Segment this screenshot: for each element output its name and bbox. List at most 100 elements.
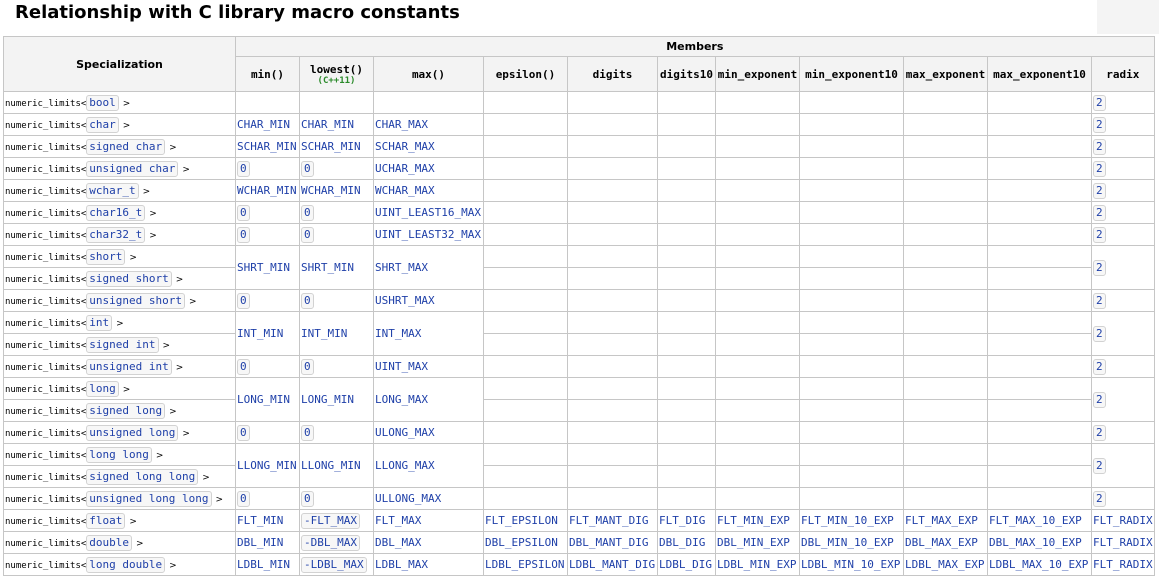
- type-link[interactable]: long double: [86, 556, 166, 573]
- zero-value[interactable]: 0: [237, 358, 250, 375]
- radix-value[interactable]: 2: [1093, 94, 1106, 111]
- type-link[interactable]: char16_t: [86, 204, 146, 221]
- zero-value[interactable]: 0: [237, 424, 250, 441]
- cpp11-badge[interactable]: (C++11): [301, 76, 372, 86]
- zero-value[interactable]: 0: [301, 226, 314, 243]
- min-exponent10-cell[interactable]: LDBL_MIN_10_EXP: [799, 553, 904, 576]
- type-link[interactable]: long long: [86, 446, 152, 463]
- lowest-cell[interactable]: LONG_MIN: [299, 377, 374, 422]
- zero-value[interactable]: 0: [301, 292, 314, 309]
- max-exponent-cell[interactable]: FLT_MAX_EXP: [903, 509, 988, 532]
- zero-value[interactable]: 0: [237, 292, 250, 309]
- radix-value[interactable]: 2: [1093, 160, 1106, 177]
- min-cell[interactable]: SHRT_MIN: [235, 245, 300, 290]
- max-cell[interactable]: WCHAR_MAX: [373, 179, 484, 202]
- min-cell[interactable]: CHAR_MIN: [235, 113, 300, 136]
- digits-cell[interactable]: DBL_MANT_DIG: [567, 531, 658, 554]
- type-link[interactable]: signed long: [86, 402, 166, 419]
- max-cell[interactable]: UINT_MAX: [373, 355, 484, 378]
- lowest-cell[interactable]: WCHAR_MIN: [299, 179, 374, 202]
- max-cell[interactable]: ULLONG_MAX: [373, 487, 484, 510]
- type-link[interactable]: long: [86, 380, 119, 397]
- max-cell[interactable]: LONG_MAX: [373, 377, 484, 422]
- min-exponent-cell[interactable]: FLT_MIN_EXP: [715, 509, 800, 532]
- type-link[interactable]: unsigned char: [86, 160, 179, 177]
- min-cell[interactable]: FLT_MIN: [235, 509, 300, 532]
- max-cell[interactable]: INT_MAX: [373, 311, 484, 356]
- type-link[interactable]: unsigned long long: [86, 490, 212, 507]
- type-link[interactable]: double: [86, 534, 133, 551]
- type-link[interactable]: wchar_t: [86, 182, 139, 199]
- min-cell[interactable]: SCHAR_MIN: [235, 135, 300, 158]
- min-cell[interactable]: LDBL_MIN: [235, 553, 300, 576]
- type-link[interactable]: bool: [86, 94, 119, 111]
- lowest-cell[interactable]: SCHAR_MIN: [299, 135, 374, 158]
- epsilon-cell[interactable]: FLT_EPSILON: [483, 509, 568, 532]
- min-cell[interactable]: LLONG_MIN: [235, 443, 300, 488]
- radix-value[interactable]: 2: [1093, 204, 1106, 221]
- max-cell[interactable]: CHAR_MAX: [373, 113, 484, 136]
- zero-value[interactable]: 0: [237, 226, 250, 243]
- radix-cell[interactable]: FLT_RADIX: [1091, 531, 1155, 554]
- lowest-cell[interactable]: SHRT_MIN: [299, 245, 374, 290]
- epsilon-cell[interactable]: LDBL_EPSILON: [483, 553, 568, 576]
- max-cell[interactable]: USHRT_MAX: [373, 289, 484, 312]
- radix-value[interactable]: 2: [1093, 292, 1106, 309]
- max-cell[interactable]: LLONG_MAX: [373, 443, 484, 488]
- lowest-cell[interactable]: LLONG_MIN: [299, 443, 374, 488]
- zero-value[interactable]: 0: [301, 424, 314, 441]
- max-cell[interactable]: ULONG_MAX: [373, 421, 484, 444]
- digits10-cell[interactable]: LDBL_DIG: [657, 553, 716, 576]
- type-link[interactable]: unsigned int: [86, 358, 172, 375]
- min-cell[interactable]: INT_MIN: [235, 311, 300, 356]
- radix-value[interactable]: 2: [1093, 116, 1106, 133]
- max-cell[interactable]: UINT_LEAST32_MAX: [373, 223, 484, 246]
- max-cell[interactable]: DBL_MAX: [373, 531, 484, 554]
- lowest-value[interactable]: -DBL_MAX: [301, 534, 360, 551]
- radix-value[interactable]: 2: [1093, 358, 1106, 375]
- min-exponent10-cell[interactable]: DBL_MIN_10_EXP: [799, 531, 904, 554]
- type-link[interactable]: short: [86, 248, 126, 265]
- zero-value[interactable]: 0: [237, 490, 250, 507]
- max-exponent10-cell[interactable]: LDBL_MAX_10_EXP: [987, 553, 1092, 576]
- epsilon-cell[interactable]: DBL_EPSILON: [483, 531, 568, 554]
- min-cell[interactable]: DBL_MIN: [235, 531, 300, 554]
- max-exponent-cell[interactable]: LDBL_MAX_EXP: [903, 553, 988, 576]
- type-link[interactable]: char: [86, 116, 119, 133]
- type-link[interactable]: signed int: [86, 336, 159, 353]
- type-link[interactable]: signed long long: [86, 468, 199, 485]
- type-link[interactable]: signed short: [86, 270, 172, 287]
- max-cell[interactable]: SHRT_MAX: [373, 245, 484, 290]
- max-cell[interactable]: LDBL_MAX: [373, 553, 484, 576]
- radix-cell[interactable]: FLT_RADIX: [1091, 509, 1155, 532]
- max-exponent-cell[interactable]: DBL_MAX_EXP: [903, 531, 988, 554]
- zero-value[interactable]: 0: [237, 160, 250, 177]
- type-link[interactable]: unsigned short: [86, 292, 185, 309]
- max-cell[interactable]: FLT_MAX: [373, 509, 484, 532]
- type-link[interactable]: char32_t: [86, 226, 146, 243]
- max-cell[interactable]: UINT_LEAST16_MAX: [373, 201, 484, 224]
- type-link[interactable]: int: [86, 314, 113, 331]
- radix-value[interactable]: 2: [1093, 226, 1106, 243]
- max-exponent10-cell[interactable]: DBL_MAX_10_EXP: [987, 531, 1092, 554]
- radix-value[interactable]: 2: [1093, 457, 1106, 474]
- digits10-cell[interactable]: FLT_DIG: [657, 509, 716, 532]
- lowest-value[interactable]: -LDBL_MAX: [301, 556, 367, 573]
- type-link[interactable]: float: [86, 512, 126, 529]
- radix-value[interactable]: 2: [1093, 325, 1106, 342]
- max-cell[interactable]: SCHAR_MAX: [373, 135, 484, 158]
- radix-value[interactable]: 2: [1093, 391, 1106, 408]
- zero-value[interactable]: 0: [301, 490, 314, 507]
- digits-cell[interactable]: LDBL_MANT_DIG: [567, 553, 658, 576]
- radix-value[interactable]: 2: [1093, 182, 1106, 199]
- radix-cell[interactable]: FLT_RADIX: [1091, 553, 1155, 576]
- lowest-cell[interactable]: CHAR_MIN: [299, 113, 374, 136]
- min-exponent10-cell[interactable]: FLT_MIN_10_EXP: [799, 509, 904, 532]
- digits-cell[interactable]: FLT_MANT_DIG: [567, 509, 658, 532]
- type-link[interactable]: signed char: [86, 138, 166, 155]
- lowest-cell[interactable]: INT_MIN: [299, 311, 374, 356]
- radix-value[interactable]: 2: [1093, 138, 1106, 155]
- zero-value[interactable]: 0: [301, 358, 314, 375]
- radix-value[interactable]: 2: [1093, 259, 1106, 276]
- lowest-value[interactable]: -FLT_MAX: [301, 512, 360, 529]
